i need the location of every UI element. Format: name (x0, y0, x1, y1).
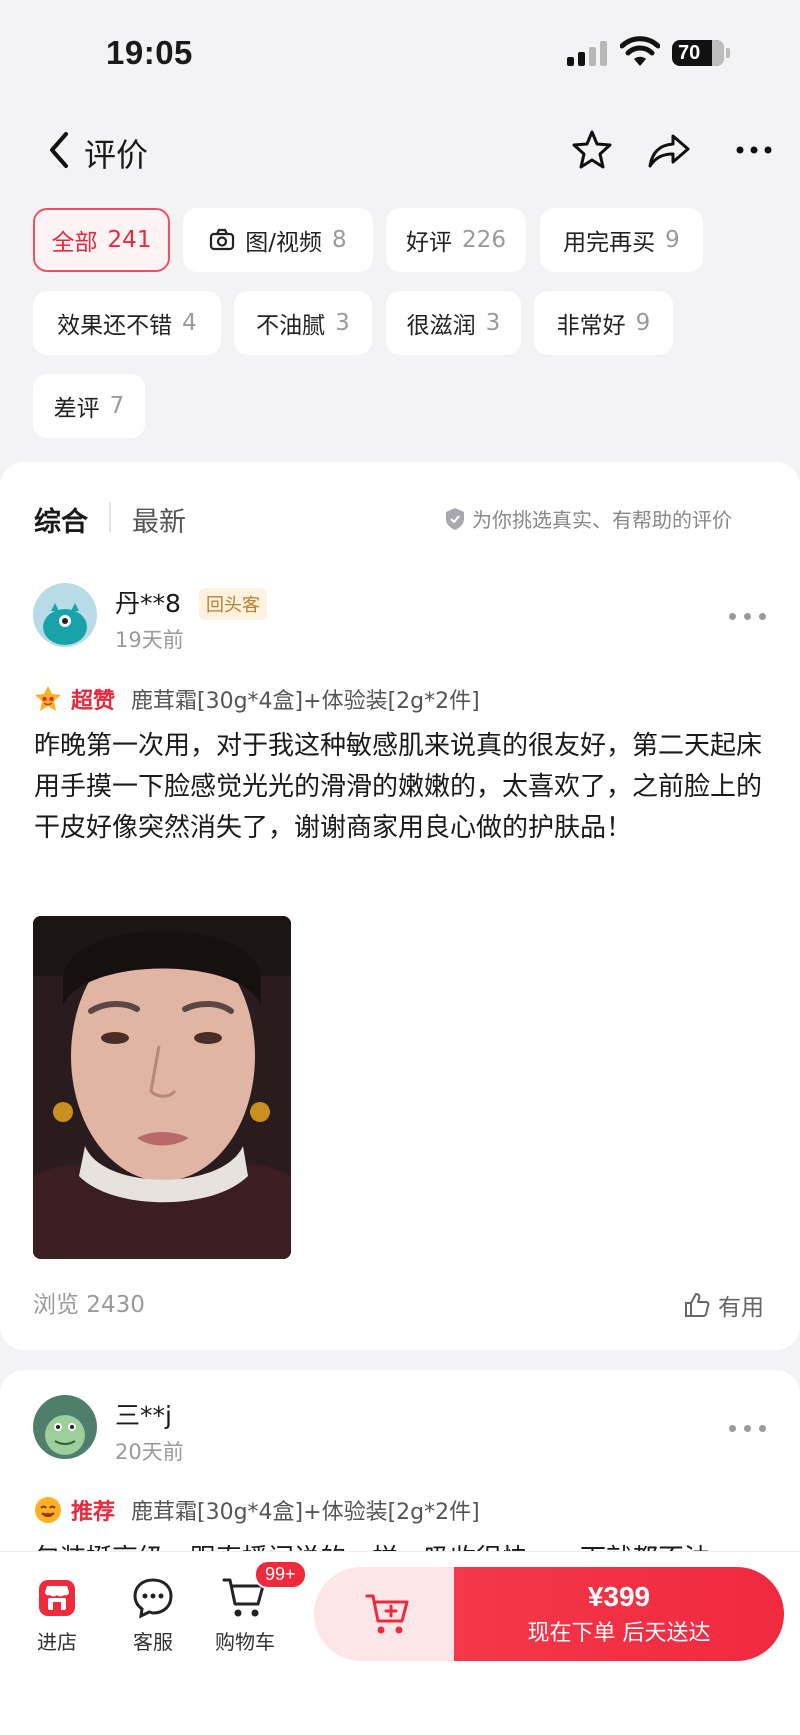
smile-face-icon (35, 1497, 61, 1523)
filter-count: 3 (335, 310, 350, 336)
product-spec: 鹿茸霜[30g*4盒]+体验装[2g*2件] (131, 1500, 480, 1525)
avatar[interactable] (33, 1395, 97, 1459)
avatar[interactable] (33, 583, 97, 647)
star-face-icon (35, 686, 61, 711)
battery-tip (726, 48, 730, 58)
filter-label: 用完再买 (563, 230, 656, 256)
filter-count: 7 (109, 393, 125, 419)
filter-chip-moisturizing[interactable]: 很滋润 3 (386, 291, 521, 355)
filter-count: 4 (182, 310, 197, 336)
filter-label: 非常好 (556, 313, 626, 339)
filter-count: 3 (485, 310, 501, 336)
service-button[interactable]: 客服 (128, 1576, 178, 1655)
filter-chip-rebuy[interactable]: 用完再买 9 (540, 208, 703, 272)
store-button[interactable]: 进店 (32, 1576, 82, 1655)
filter-label: 全部 (51, 230, 98, 256)
useful-button[interactable]: 有用 (684, 1288, 764, 1322)
buy-price: ¥399 (587, 1581, 651, 1612)
rating-row: 推荐 鹿茸霜[30g*4盒]+体验装[2g*2件] (33, 1494, 480, 1526)
filter-chip-not-greasy[interactable]: 不油腻 3 (234, 291, 372, 355)
filter-label: 好评 (406, 230, 453, 256)
camera-icon (210, 228, 235, 251)
filter-count: 8 (332, 227, 347, 253)
wifi-icon (620, 36, 660, 66)
filter-chip-media[interactable]: 图/视频 8 (183, 208, 373, 272)
review-time: 20天前 (115, 1440, 184, 1464)
store-icon (39, 1580, 75, 1616)
review-username[interactable]: 三**j (115, 1396, 172, 1432)
add-cart-icon (365, 1594, 409, 1634)
filter-label: 图/视频 (245, 230, 323, 256)
filter-chip-all[interactable]: 全部 241 (33, 208, 170, 272)
filter-count: 9 (665, 227, 680, 253)
sort-tab-latest[interactable]: 最新 (132, 500, 186, 539)
shield-icon (446, 507, 464, 530)
battery-level: 70 (678, 41, 701, 64)
thumbs-up-icon (685, 1293, 710, 1317)
filter-count: 241 (107, 227, 152, 253)
review-photo[interactable] (33, 916, 291, 1259)
review-content: 昨晚第一次用，对于我这种敏感肌来说真的很友好，第二天起床用手摸一下脸感觉光光的滑… (34, 731, 763, 843)
filter-chip-good-effect[interactable]: 效果还不错 4 (33, 291, 221, 355)
filter-chip-positive[interactable]: 好评 226 (386, 208, 526, 272)
product-spec: 鹿茸霜[30g*4盒]+体验装[2g*2件] (131, 689, 480, 714)
star-icon[interactable] (568, 126, 616, 174)
filter-chip-negative[interactable]: 差评 7 (33, 374, 145, 438)
rating-row: 超赞 鹿茸霜[30g*4盒]+体验装[2g*2件] (33, 683, 480, 715)
chat-icon (133, 1578, 173, 1619)
divider (109, 502, 111, 532)
rating-label: 推荐 (71, 1500, 116, 1525)
filter-count: 226 (462, 227, 506, 253)
filter-label: 不油腻 (256, 313, 326, 339)
battery-icon: 70 (672, 40, 724, 66)
curation-hint: 为你挑选真实、有帮助的评价 (444, 504, 732, 533)
sort-tab-overall[interactable]: 综合 (34, 500, 88, 539)
review-username[interactable]: 丹**8 (115, 584, 181, 620)
filter-label: 很滋润 (406, 313, 476, 339)
status-time: 19:05 (106, 34, 193, 71)
filter-label: 差评 (53, 396, 100, 422)
useful-label: 有用 (718, 1295, 764, 1321)
review-more-icon[interactable] (729, 612, 769, 622)
service-label: 客服 (133, 1630, 173, 1654)
cart-label: 购物车 (215, 1630, 275, 1654)
share-icon[interactable] (645, 126, 693, 174)
review-time: 19天前 (115, 628, 184, 652)
view-count: 浏览 2430 (33, 1292, 145, 1318)
signal-icon (567, 40, 609, 66)
curation-hint-text: 为你挑选真实、有帮助的评价 (472, 508, 732, 532)
buy-label: 现在下单 后天送达 (527, 1621, 711, 1646)
cart-badge: 99+ (254, 1560, 307, 1589)
filter-count: 9 (635, 310, 651, 336)
repeat-customer-badge: 回头客 (199, 588, 267, 620)
buy-now-button[interactable]: ¥399 现在下单 后天送达 (454, 1567, 784, 1661)
rating-label: 超赞 (71, 689, 116, 714)
filter-label: 效果还不错 (57, 313, 173, 339)
more-icon[interactable] (730, 126, 778, 174)
review-more-icon[interactable] (729, 1424, 769, 1434)
back-icon[interactable] (42, 128, 78, 172)
page-title: 评价 (84, 136, 149, 174)
filter-chip-very-good[interactable]: 非常好 9 (534, 291, 673, 355)
store-label: 进店 (37, 1630, 77, 1654)
add-to-cart-button[interactable] (314, 1567, 462, 1661)
